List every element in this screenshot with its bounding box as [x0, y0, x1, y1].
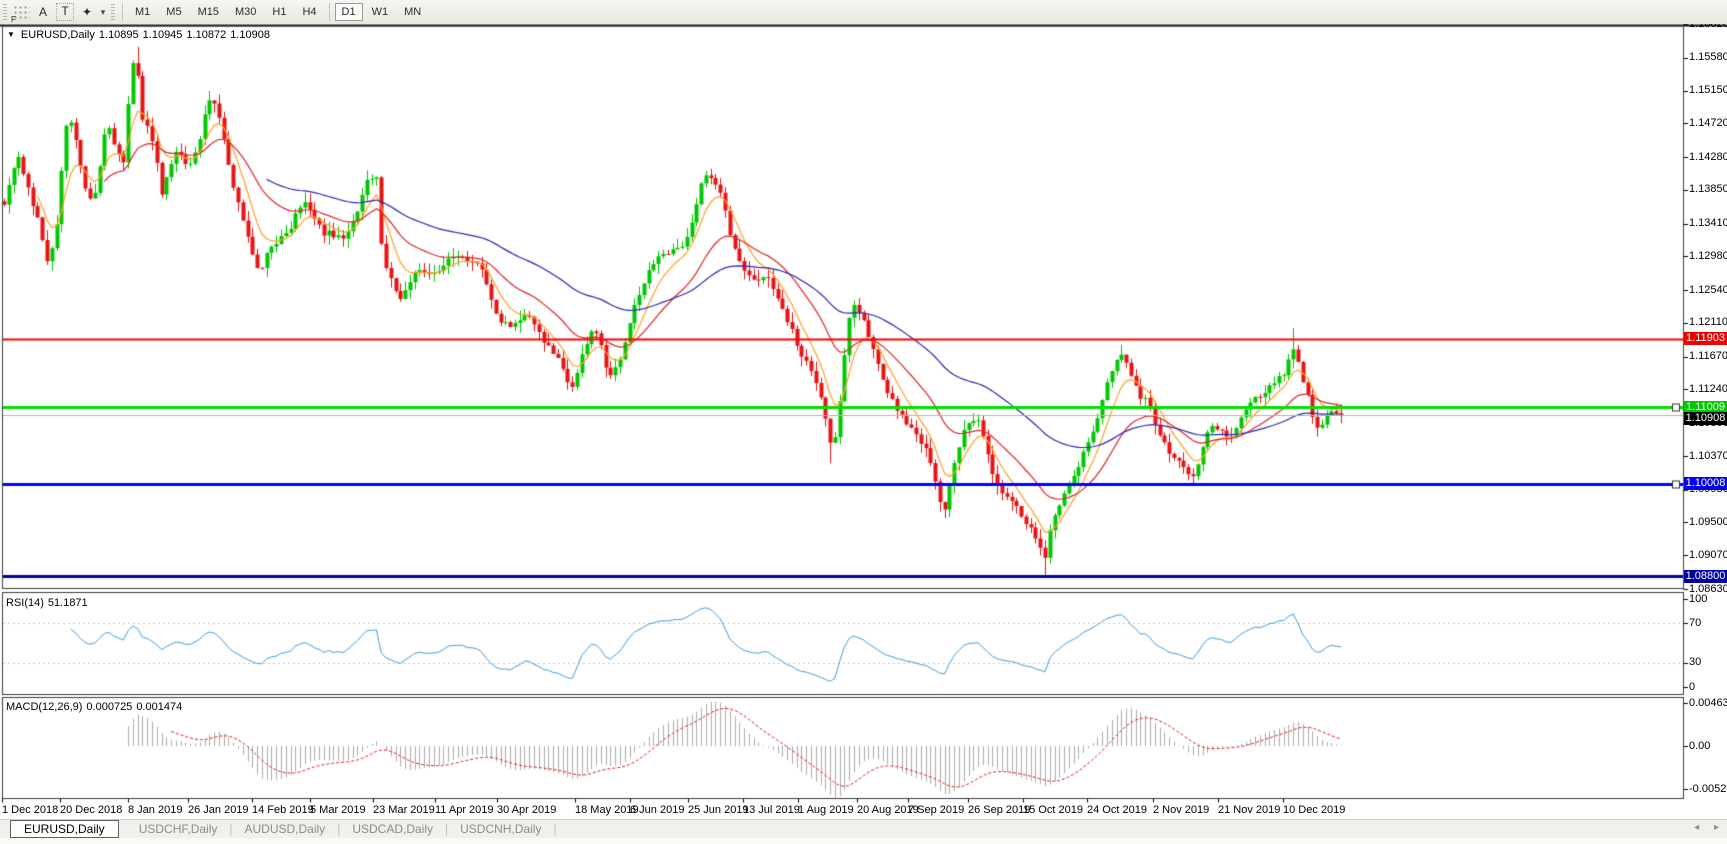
toolbar-separator	[329, 3, 330, 21]
level-price-badge: 1.08800	[1684, 570, 1727, 583]
price-axis-label: 1.13410	[1689, 217, 1727, 230]
top-toolbar: FAT✦▾ M1M5M15M30H1H4 D1W1MN	[0, 0, 1727, 24]
date-axis-label: 24 Oct 2019	[1087, 804, 1147, 816]
price-axis-label: 1.09500	[1689, 516, 1727, 529]
date-axis-label: 14 Feb 2019	[252, 804, 314, 816]
ohlc-low: 1.10872	[186, 29, 226, 41]
macd-axis-label: 0.00463	[1689, 697, 1727, 710]
tab-separator: |	[553, 822, 556, 836]
statusbar-strip	[0, 838, 1727, 844]
mt4-chart-window: { "toolbar": { "icons": [ {"name": "char…	[0, 0, 1727, 844]
ohlc-high: 1.10945	[143, 29, 183, 41]
level-price-badge: 1.10008	[1684, 477, 1727, 490]
rsi-indicator-label: RSI(14)51.1871	[6, 597, 92, 609]
date-axis-label: 20 Dec 2018	[60, 804, 122, 816]
timeframe-button-m5[interactable]: M5	[159, 3, 188, 21]
date-axis-label: 15 Oct 2019	[1023, 804, 1083, 816]
price-axis-label: 1.11670	[1689, 350, 1727, 363]
rsi-axis-label: 30	[1689, 656, 1701, 669]
ohlc-close: 1.10908	[230, 29, 270, 41]
chart-ohlc-header: ▼ EURUSD,Daily 1.10895 1.109451.10872 1.1090…	[7, 29, 274, 41]
date-axis-label: 1 Aug 2019	[798, 804, 854, 816]
tab-usdcnh-daily[interactable]: USDCNH,Daily	[448, 822, 553, 836]
date-axis-label: 7 Sep 2019	[908, 804, 964, 816]
timeframe-button-h1[interactable]: H1	[265, 3, 293, 21]
timeframe-button-w1[interactable]: W1	[365, 3, 396, 21]
date-axis-label: 8 Jan 2019	[128, 804, 182, 816]
date-axis-label: 2 Nov 2019	[1153, 804, 1209, 816]
tab-audusd-daily[interactable]: AUDUSD,Daily	[233, 822, 338, 836]
tab-scroll-left-arrow-icon[interactable]: ◂	[1694, 822, 1699, 833]
date-axis-label: 26 Jan 2019	[188, 804, 249, 816]
level-price-badge: 1.11903	[1684, 332, 1727, 345]
symbol-tab-bar: EURUSD,DailyUSDCHF,Daily|AUDUSD,Daily|US…	[0, 819, 1727, 838]
macd-axis-label: 0.00	[1689, 740, 1710, 753]
price-axis-label: 1.12980	[1689, 250, 1727, 263]
tab-usdcad-daily[interactable]: USDCAD,Daily	[340, 822, 445, 836]
tab-scroll-right-arrow-icon[interactable]: ▸	[1714, 822, 1719, 833]
date-axis-label: 10 Dec 2019	[1283, 804, 1345, 816]
date-axis-label: 26 Sep 2019	[968, 804, 1030, 816]
price-axis-label: 1.12110	[1689, 316, 1727, 329]
font-icon[interactable]: A	[32, 2, 54, 22]
date-axis-label: 6 Jun 2019	[630, 804, 684, 816]
price-axis-label: 1.09070	[1689, 549, 1727, 562]
date-axis-label: 5 Mar 2019	[310, 804, 366, 816]
timeframe-button-m30[interactable]: M30	[228, 3, 263, 21]
price-axis-label: 1.10370	[1689, 450, 1727, 463]
timeframe-button-h4[interactable]: H4	[295, 3, 323, 21]
price-axis-label: 1.14720	[1689, 117, 1727, 130]
tab-scroll-arrows: ◂ ▸	[1682, 822, 1719, 833]
chart-group-icon[interactable]: F	[10, 2, 32, 22]
macd-axis-label: -0.005299	[1689, 783, 1727, 796]
date-axis-label: 1 Dec 2018	[2, 804, 58, 816]
arrow-tools-icon[interactable]: ✦	[76, 2, 98, 22]
timeframe-button-m1[interactable]: M1	[128, 3, 157, 21]
timeframe-button-m15[interactable]: M15	[191, 3, 226, 21]
toolbar-grip-icon[interactable]	[3, 4, 7, 20]
toolbar-grip-icon[interactable]	[111, 4, 115, 20]
chart-menu-marker-icon[interactable]: ▼	[7, 30, 15, 39]
timeframe-button-mn[interactable]: MN	[397, 3, 428, 21]
date-axis-label: 30 Apr 2019	[497, 804, 556, 816]
ohlc-open: 1.10895	[99, 29, 139, 41]
date-axis-label: 25 Jun 2019	[688, 804, 749, 816]
price-axis-label: 1.15150	[1689, 84, 1727, 97]
date-axis-label: 13 Jul 2019	[743, 804, 800, 816]
timeframe-button-d1[interactable]: D1	[335, 3, 363, 21]
tab-usdchf-daily[interactable]: USDCHF,Daily	[127, 822, 230, 836]
text-label-icon[interactable]: T	[54, 2, 76, 22]
rsi-axis-label: 0	[1689, 681, 1695, 694]
candlestick-chart-canvas[interactable]	[0, 0, 1727, 844]
current-price-badge: 1.10908	[1684, 412, 1727, 425]
toolbar-separator	[122, 3, 123, 21]
rsi-axis-label: 100	[1689, 593, 1707, 606]
date-axis-label: 23 Mar 2019	[373, 804, 435, 816]
price-axis-label: 1.14280	[1689, 151, 1727, 164]
date-axis-label: 11 Apr 2019	[435, 804, 494, 816]
price-axis-label: 1.13850	[1689, 183, 1727, 196]
price-axis-label: 1.15580	[1689, 51, 1727, 64]
date-axis-label: 21 Nov 2019	[1218, 804, 1280, 816]
price-axis-label: 1.11240	[1689, 383, 1727, 396]
chart-symbol-title: EURUSD,Daily	[21, 29, 95, 41]
macd-indicator-label: MACD(12,26,9)0.0007250.001474	[6, 701, 186, 713]
arrow-tools-caret-icon[interactable]: ▾	[98, 2, 108, 22]
rsi-axis-label: 70	[1689, 617, 1701, 630]
tab-eurusd-daily[interactable]: EURUSD,Daily	[10, 820, 119, 838]
price-axis-label: 1.12540	[1689, 284, 1727, 297]
